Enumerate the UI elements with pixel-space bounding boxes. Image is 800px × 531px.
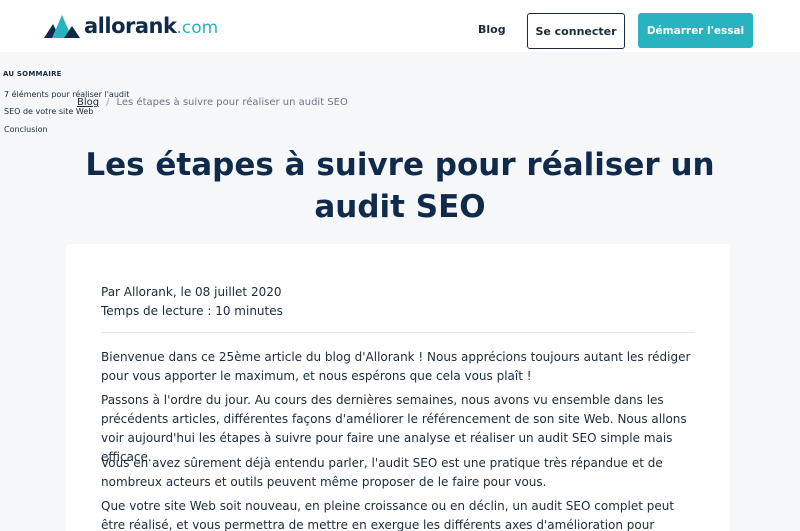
start-trial-button[interactable]: Démarrer l'essai <box>638 13 753 48</box>
toc-title: AU SOMMAIRE <box>3 70 62 78</box>
meta-divider <box>101 332 695 333</box>
logo-text: allorank.com <box>84 14 219 38</box>
article-meta: Par Allorank, le 08 juillet 2020 Temps d… <box>101 283 283 321</box>
article-paragraph: Vous en avez sûrement déjà entendu parle… <box>101 456 663 489</box>
allorank-logo[interactable]: allorank.com <box>44 13 218 39</box>
table-of-contents: AU SOMMAIRE 7 éléments pour réaliser l'a… <box>3 70 129 134</box>
reading-time: Temps de lecture : 10 minutes <box>101 304 283 318</box>
breadcrumb-current: Les étapes à suivre pour réaliser un aud… <box>116 97 348 108</box>
breadcrumb-blog-link[interactable]: Blog <box>77 97 99 108</box>
site-header: allorank.com Blog Se connecter Démarrer … <box>0 0 800 52</box>
toc-item-conclusion[interactable]: Conclusion <box>4 124 48 135</box>
article-title: Les étapes à suivre pour réaliser un aud… <box>85 147 715 225</box>
author-date: Par Allorank, le 08 juillet 2020 <box>101 285 282 299</box>
nav-blog-link[interactable]: Blog <box>478 23 506 36</box>
breadcrumb-separator: / <box>106 97 110 108</box>
breadcrumb: Blog / Les étapes à suivre pour réaliser… <box>77 97 348 108</box>
article-paragraph: Bienvenue dans ce 25ème article du blog … <box>101 350 691 383</box>
login-button[interactable]: Se connecter <box>527 13 625 49</box>
logo-mountains-icon <box>44 15 80 38</box>
article-paragraph: Que votre site Web soit nouveau, en plei… <box>101 499 675 531</box>
